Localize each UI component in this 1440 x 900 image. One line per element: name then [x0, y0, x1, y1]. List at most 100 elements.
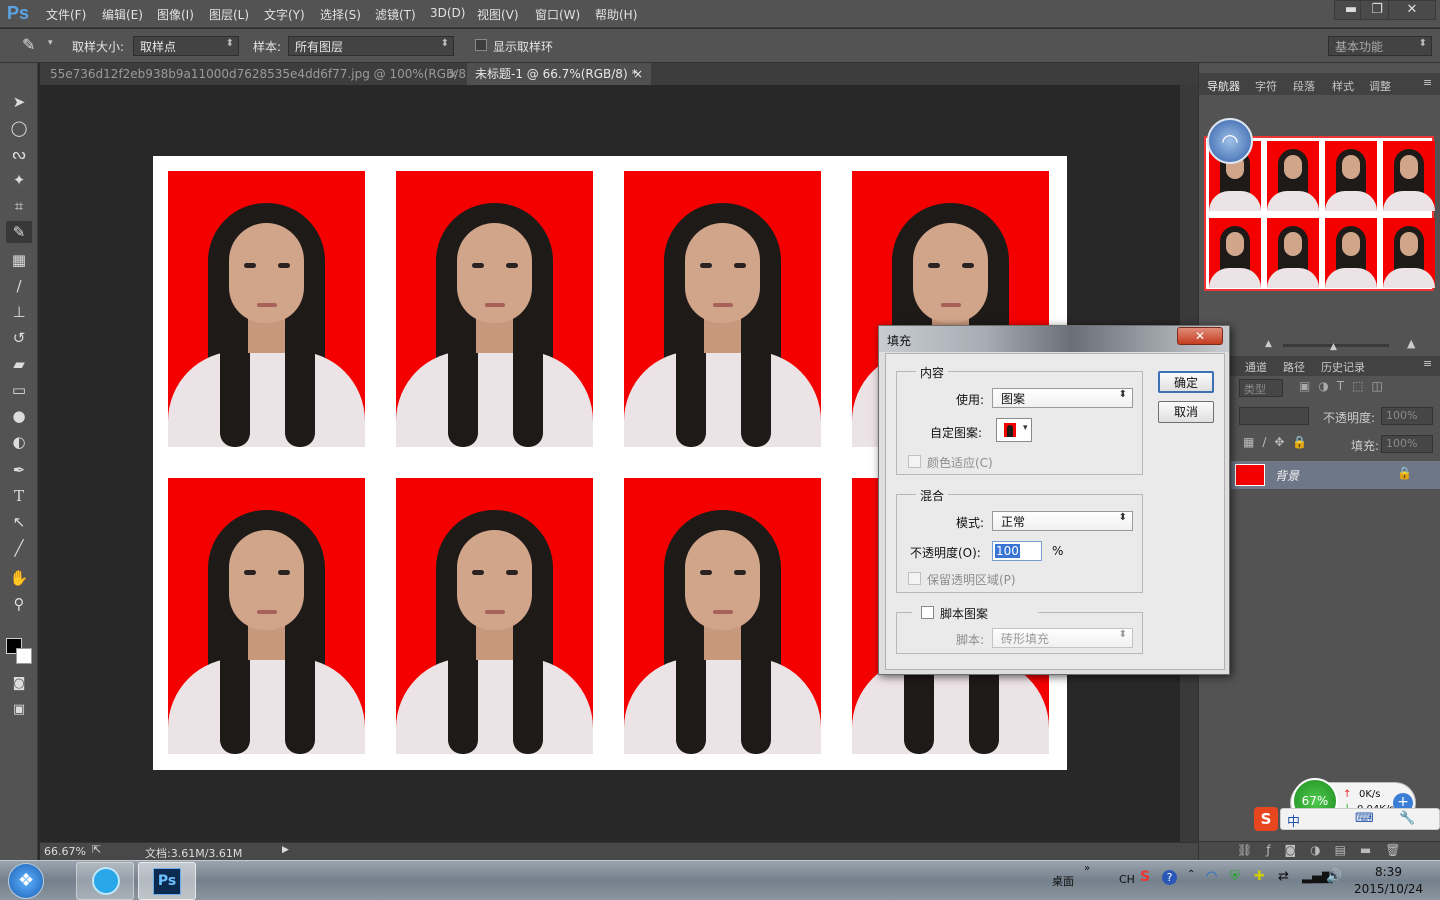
workspace-select[interactable]: 基本功能 ⬍	[1328, 36, 1432, 56]
script-pattern-checkbox[interactable]	[921, 606, 934, 619]
line-tool-icon[interactable]: ╱	[6, 537, 32, 559]
dodge-tool-icon[interactable]: ◐	[6, 431, 32, 453]
menu-3d[interactable]: 3D(D)	[430, 6, 465, 20]
clock-date[interactable]: 2015/10/24	[1354, 882, 1423, 896]
move-tool-icon[interactable]: ➤	[6, 91, 32, 113]
slider-thumb-icon[interactable]: ▲	[1330, 342, 1337, 352]
mode-select[interactable]: 正常 ⬍	[992, 511, 1133, 531]
tab-history[interactable]: 历史记录	[1321, 359, 1365, 375]
security-shield-icon[interactable]: ⛨	[1230, 869, 1240, 884]
taskbar-app-browser[interactable]	[76, 862, 134, 900]
marquee-tool-icon[interactable]: ◯	[6, 117, 32, 139]
close-tab-icon[interactable]: ×	[633, 63, 643, 85]
ok-button[interactable]: 确定	[1158, 371, 1214, 393]
clone-stamp-tool-icon[interactable]: ⊥	[6, 301, 32, 323]
healing-brush-tool-icon[interactable]: ▦	[6, 249, 32, 271]
layer-opacity-field[interactable]: 100%	[1381, 407, 1433, 425]
opacity-input[interactable]: 100	[992, 541, 1042, 561]
brush-tool-icon[interactable]: ∕	[6, 275, 32, 297]
sogou-ime-icon[interactable]: S	[1254, 807, 1278, 831]
zoom-tool-icon[interactable]: ⚲	[6, 593, 32, 615]
tab-navigator[interactable]: 导航器	[1207, 78, 1240, 94]
menu-layer[interactable]: 图层(L)	[209, 6, 249, 23]
script-select[interactable]: 砖形填充 ⬍	[992, 628, 1133, 648]
wifi-icon[interactable]: ◠	[1207, 118, 1253, 164]
keyboard-icon[interactable]: ⌨	[1355, 811, 1374, 826]
cancel-button[interactable]: 取消	[1158, 401, 1214, 423]
volume-icon[interactable]: 🔊	[1326, 869, 1342, 884]
magic-wand-tool-icon[interactable]: ✦	[6, 169, 32, 191]
path-select-tool-icon[interactable]: ↖	[6, 511, 32, 533]
wrench-icon[interactable]: 🔧	[1399, 811, 1415, 826]
sample-size-select[interactable]: 取样点 ⬍	[133, 36, 239, 56]
taskbar-app-photoshop[interactable]: Ps	[138, 862, 196, 900]
menu-file[interactable]: 文件(F)	[46, 6, 86, 23]
chinese-mode-icon[interactable]: 中	[1287, 811, 1300, 830]
status-menu-arrow-icon[interactable]: ▶	[282, 845, 289, 855]
zoom-out-icon[interactable]: ▲	[1265, 339, 1272, 349]
tab-paragraph[interactable]: 段落	[1293, 78, 1315, 94]
tray-chevron-icon[interactable]: ⌃	[1187, 869, 1195, 880]
crop-tool-icon[interactable]: ⌗	[6, 195, 32, 217]
desktop-toolbar-label[interactable]: 桌面	[1052, 873, 1074, 889]
hand-tool-icon[interactable]: ✋	[6, 567, 32, 589]
export-icon[interactable]: ⇱	[92, 843, 101, 856]
screen-mode-icon[interactable]: ▣	[6, 699, 32, 721]
network-icon[interactable]: ⇄	[1278, 869, 1289, 884]
tab-document-untitled[interactable]: 未标题-1 @ 66.7%(RGB/8) * ×	[467, 63, 651, 85]
toolbar-expand-icon[interactable]: »	[1084, 863, 1090, 874]
menu-view[interactable]: 视图(V)	[477, 6, 519, 23]
blend-mode-select[interactable]	[1239, 407, 1309, 425]
tool-preset-chevron-icon[interactable]: ▾	[48, 38, 53, 48]
sogou-icon[interactable]: S	[1140, 869, 1150, 885]
pen-tool-icon[interactable]: ✒	[6, 459, 32, 481]
tray-app-icon[interactable]: ✚	[1254, 869, 1265, 884]
color-adapt-checkbox[interactable]	[908, 455, 921, 468]
menu-filter[interactable]: 滤镜(T)	[375, 6, 416, 23]
ime-toolbar[interactable]: 中 ⌨ 🔧	[1280, 808, 1440, 830]
layer-footer-icons[interactable]: ⛓ƒ◙◑▤▬🗑	[1237, 843, 1414, 857]
tab-adjustments[interactable]: 调整	[1369, 78, 1391, 94]
eyedropper-icon[interactable]: ✎	[22, 35, 35, 54]
input-language[interactable]: CH	[1119, 873, 1135, 886]
dialog-titlebar[interactable]: 填充 ✕	[879, 326, 1229, 352]
use-select[interactable]: 图案 ⬍	[992, 388, 1133, 408]
close-window-button[interactable]: ✕	[1388, 0, 1436, 20]
sample-select[interactable]: 所有图层 ⬍	[288, 36, 454, 56]
help-icon[interactable]: ?	[1162, 870, 1177, 885]
quick-mask-icon[interactable]: ◙	[6, 673, 32, 695]
layer-row-background[interactable]: 背景 🔒	[1231, 461, 1440, 489]
zoom-in-icon[interactable]: ▲	[1407, 337, 1415, 350]
tab-document-jpg[interactable]: 55e736d12f2eb938b9a11000d7628535e4dd6f77…	[42, 63, 480, 85]
eyedropper-tool-icon[interactable]: ✎	[6, 221, 32, 243]
background-color-swatch[interactable]	[16, 648, 32, 664]
close-tab-icon[interactable]: ×	[448, 63, 458, 85]
gradient-tool-icon[interactable]: ▭	[6, 379, 32, 401]
custom-pattern-picker[interactable]: ▾	[996, 418, 1032, 442]
start-button[interactable]: ❖	[8, 863, 44, 899]
panel-menu-icon[interactable]: ≡	[1423, 76, 1432, 89]
tab-styles[interactable]: 样式	[1332, 78, 1354, 94]
wifi-tray-icon[interactable]: ◠	[1206, 869, 1217, 884]
menu-select[interactable]: 选择(S)	[320, 6, 361, 23]
type-tool-icon[interactable]: T	[6, 485, 32, 507]
lock-icons[interactable]: ▦∕✥🔒	[1243, 435, 1315, 449]
menu-type[interactable]: 文字(Y)	[264, 6, 305, 23]
show-ring-checkbox[interactable]	[475, 39, 487, 51]
layer-filter-icons[interactable]: ▣◑T⬚◫	[1299, 379, 1391, 393]
preserve-transparency-checkbox[interactable]	[908, 572, 921, 585]
layer-fill-field[interactable]: 100%	[1381, 435, 1433, 453]
menu-window[interactable]: 窗口(W)	[535, 6, 580, 23]
layers-panel-menu-icon[interactable]: ≡	[1423, 357, 1432, 370]
eraser-tool-icon[interactable]: ▰	[6, 353, 32, 375]
dialog-close-button[interactable]: ✕	[1177, 327, 1223, 345]
clock-time[interactable]: 8:39	[1375, 865, 1402, 879]
zoom-level[interactable]: 66.67%	[44, 845, 86, 858]
menu-image[interactable]: 图像(I)	[157, 6, 194, 23]
lasso-tool-icon[interactable]: ᔓ	[6, 143, 32, 165]
tab-channels[interactable]: 通道	[1245, 359, 1267, 375]
layer-kind-filter[interactable]: 类型	[1239, 379, 1283, 397]
tab-paths[interactable]: 路径	[1283, 359, 1305, 375]
blur-tool-icon[interactable]: ●	[6, 405, 32, 427]
menu-edit[interactable]: 编辑(E)	[102, 6, 143, 23]
